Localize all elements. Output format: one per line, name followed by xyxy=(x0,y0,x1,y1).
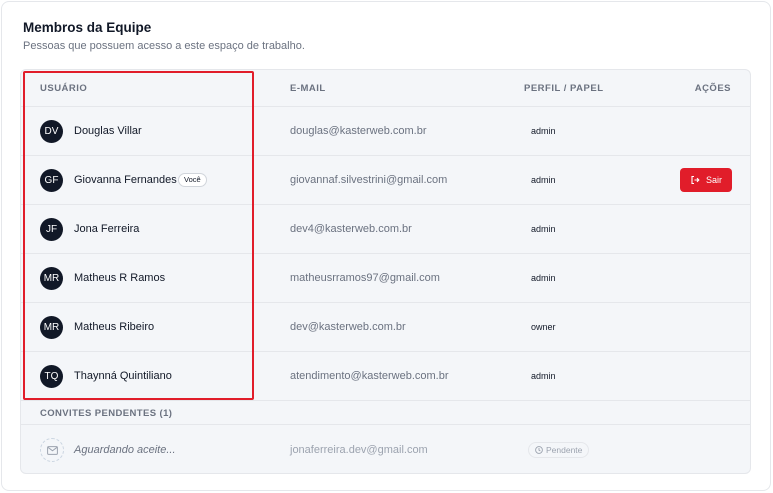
column-header-role: PERFIL / PAPEL xyxy=(524,83,604,94)
table-row: MR Matheus R Ramos matheusrramos97@gmail… xyxy=(21,254,750,303)
avatar: TQ xyxy=(40,365,63,388)
avatar: DV xyxy=(40,120,63,143)
member-name: Douglas Villar xyxy=(74,125,142,137)
table-row: MR Matheus Ribeiro dev@kasterweb.com.br … xyxy=(21,303,750,352)
pending-status-label: Pendente xyxy=(546,445,583,455)
avatar: JF xyxy=(40,218,63,241)
member-email: douglas@kasterweb.com.br xyxy=(290,125,427,137)
pending-invite-row: Aguardando aceite... jonaferreira.dev@gm… xyxy=(21,426,750,473)
member-email: atendimento@kasterweb.com.br xyxy=(290,370,449,382)
member-role: admin xyxy=(531,371,556,381)
member-role: admin xyxy=(531,175,556,185)
clock-icon xyxy=(535,446,543,454)
table-row: DV Douglas Villar douglas@kasterweb.com.… xyxy=(21,107,750,156)
pending-invites-title: CONVITES PENDENTES (1) xyxy=(40,408,173,419)
you-badge: Você xyxy=(178,173,207,187)
card-subtitle: Pessoas que possuem acesso a este espaço… xyxy=(23,40,305,52)
member-name: Giovanna Fernandes xyxy=(74,174,177,186)
avatar: MR xyxy=(40,267,63,290)
avatar: MR xyxy=(40,316,63,339)
table-header: USUÁRIO E-MAIL PERFIL / PAPEL AÇÕES xyxy=(21,70,750,107)
column-header-actions: AÇÕES xyxy=(694,83,731,94)
pending-invite-name: Aguardando aceite... xyxy=(74,444,176,456)
member-role: admin xyxy=(531,273,556,283)
member-name: Matheus Ribeiro xyxy=(74,321,155,333)
member-name: Matheus R Ramos xyxy=(74,272,166,284)
column-header-user: USUÁRIO xyxy=(40,83,88,94)
card-title: Membros da Equipe xyxy=(23,20,152,35)
member-role: admin xyxy=(531,126,556,136)
member-role: admin xyxy=(531,224,556,234)
pending-avatar xyxy=(40,438,64,462)
member-name: Thaynná Quintiliano xyxy=(74,370,172,382)
member-email: dev@kasterweb.com.br xyxy=(290,321,406,333)
member-email: giovannaf.silvestrini@gmail.com xyxy=(290,174,448,186)
table-row: JF Jona Ferreira dev4@kasterweb.com.br a… xyxy=(21,205,750,254)
avatar: GF xyxy=(40,169,63,192)
table-row: TQ Thaynná Quintiliano atendimento@kaste… xyxy=(21,352,750,401)
pending-invite-email: jonaferreira.dev@gmail.com xyxy=(290,444,428,456)
column-header-email: E-MAIL xyxy=(290,83,326,94)
pending-status-badge: Pendente xyxy=(528,442,590,458)
leave-button-label: Sair xyxy=(705,175,722,185)
member-email: dev4@kasterweb.com.br xyxy=(290,223,412,235)
logout-icon xyxy=(691,175,700,185)
mail-icon xyxy=(46,445,58,455)
members-table: USUÁRIO E-MAIL PERFIL / PAPEL AÇÕES DV D… xyxy=(20,69,751,474)
member-role: owner xyxy=(531,322,556,332)
table-row: GF Giovanna Fernandes Você giovannaf.sil… xyxy=(21,156,750,205)
pending-invites-header: CONVITES PENDENTES (1) xyxy=(21,401,750,425)
member-email: matheusrramos97@gmail.com xyxy=(290,272,440,284)
member-name: Jona Ferreira xyxy=(74,223,140,235)
leave-button[interactable]: Sair xyxy=(680,168,732,192)
